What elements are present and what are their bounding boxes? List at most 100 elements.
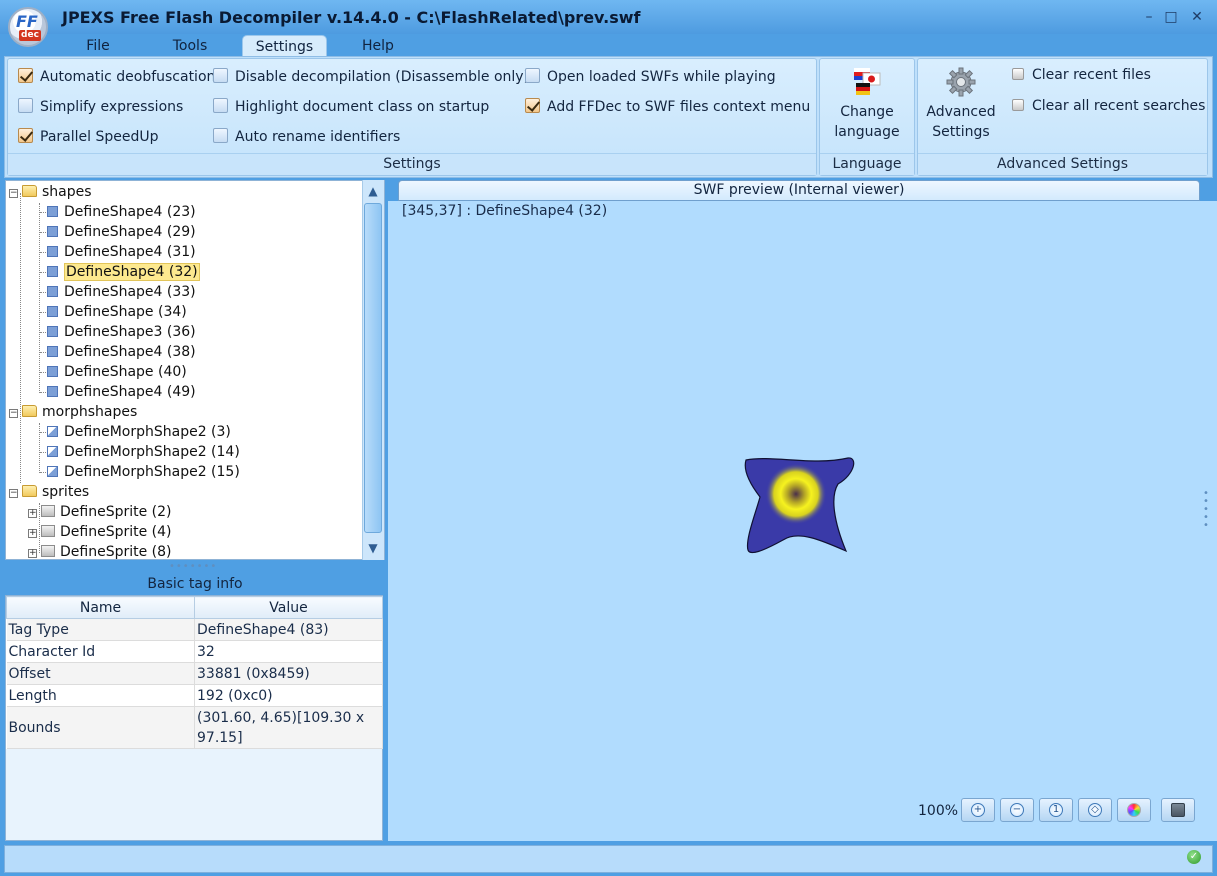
app-logo[interactable]: FF dec [8, 7, 48, 47]
parallel-speedup-checkbox[interactable]: Parallel SpeedUp [18, 126, 158, 148]
highlight-document-class-checkbox[interactable]: Highlight document class on startup [213, 96, 489, 118]
tree-item[interactable]: DefineShape4 (31) [47, 242, 196, 262]
clear-icon [1012, 68, 1024, 80]
context-menu-checkbox[interactable]: Add FFDec to SWF files context menu [525, 96, 810, 118]
tree-item[interactable]: DefineShape4 (33) [47, 282, 196, 302]
tree-item-label: DefineMorphShape2 (3) [64, 424, 231, 440]
background-color-button[interactable] [1117, 798, 1151, 822]
checkbox-unchecked-icon [18, 98, 33, 113]
table-row[interactable]: Character Id 32 [6, 640, 383, 663]
zoom-out-icon: − [1010, 803, 1024, 817]
expand-icon[interactable]: + [28, 509, 37, 518]
tree-folder-label: morphshapes [42, 404, 138, 420]
snapshot-button[interactable] [1161, 798, 1195, 822]
tree-item-selected[interactable]: DefineShape4 (32) [47, 262, 200, 282]
scroll-down-icon[interactable]: ▼ [364, 538, 382, 558]
column-header-value[interactable]: Value [194, 596, 383, 619]
shape-icon [47, 226, 58, 237]
tree-folder-sprites[interactable]: − sprites [9, 482, 89, 502]
tree-folder-label: sprites [42, 484, 90, 500]
tree-item[interactable]: DefineMorphShape2 (14) [47, 442, 240, 462]
tag-info-value: 32 [194, 640, 383, 663]
zoom-actual-icon: 1 [1049, 803, 1063, 817]
shape-icon [47, 386, 58, 397]
zoom-in-button[interactable]: + [961, 798, 995, 822]
coordinates-label: [345,37] : DefineShape4 (32) [402, 203, 608, 219]
expand-icon[interactable]: + [28, 549, 37, 558]
tag-info-name: Bounds [6, 706, 195, 749]
clear-recent-files-button[interactable]: Clear recent files [1012, 67, 1151, 83]
disable-decompilation-checkbox[interactable]: Disable decompilation (Disassemble only) [213, 66, 529, 88]
zoom-fit-button[interactable]: ◇ [1078, 798, 1112, 822]
simplify-expressions-checkbox[interactable]: Simplify expressions [18, 96, 183, 118]
swf-preview-header: SWF preview (Internal viewer) [398, 180, 1200, 201]
table-row[interactable]: Length 192 (0xc0) [6, 684, 383, 707]
tag-tree[interactable]: − shapes DefineShape4 (23) DefineShape4 (… [5, 180, 385, 560]
shape-icon [47, 306, 58, 317]
tag-info-value: (301.60, 4.65)[109.30 x 97.15] [194, 706, 383, 749]
zoom-in-icon: + [971, 803, 985, 817]
right-splitter[interactable]: • • • • • [1203, 489, 1211, 531]
collapse-icon[interactable]: − [9, 189, 18, 198]
tree-folder-morphshapes[interactable]: − morphshapes [9, 402, 137, 422]
checkbox-checked-icon [18, 128, 33, 143]
close-button[interactable]: ✕ [1188, 8, 1206, 26]
tree-item[interactable]: DefineShape3 (36) [47, 322, 196, 342]
tab-file[interactable]: File [70, 35, 126, 57]
tree-item[interactable]: DefineShape4 (38) [47, 342, 196, 362]
tab-tools[interactable]: Tools [160, 35, 220, 57]
simplify-expressions-label: Simplify expressions [40, 99, 184, 115]
tree-item[interactable]: DefineShape4 (49) [47, 382, 196, 402]
tree-item[interactable]: DefineMorphShape2 (15) [47, 462, 240, 482]
folder-icon [22, 185, 37, 197]
collapse-icon[interactable]: − [9, 489, 18, 498]
open-loaded-swfs-label: Open loaded SWFs while playing [547, 69, 776, 85]
table-row[interactable]: Offset 33881 (0x8459) [6, 662, 383, 685]
zoom-actual-button[interactable]: 1 [1039, 798, 1073, 822]
tab-help[interactable]: Help [350, 35, 406, 57]
clear-recent-searches-button[interactable]: Clear all recent searches [1012, 98, 1205, 114]
tree-item-label: DefineMorphShape2 (15) [64, 464, 240, 480]
maximize-button[interactable]: □ [1162, 8, 1180, 26]
collapse-icon[interactable]: − [9, 409, 18, 418]
tree-item[interactable]: + DefineSprite (4) [28, 522, 172, 542]
change-language-button[interactable]: Change language [825, 66, 909, 142]
auto-rename-identifiers-checkbox[interactable]: Auto rename identifiers [213, 126, 400, 148]
shape-preview[interactable] [738, 452, 862, 558]
tree-item-label: DefineShape4 (29) [64, 224, 196, 240]
column-header-name[interactable]: Name [6, 596, 195, 619]
automatic-deobfuscation-checkbox[interactable]: Automatic deobfuscation [18, 66, 215, 88]
tree-item[interactable]: DefineShape (40) [47, 362, 187, 382]
highlight-document-class-label: Highlight document class on startup [235, 99, 490, 115]
table-row[interactable]: Bounds (301.60, 4.65)[109.30 x 97.15] [6, 706, 383, 749]
logo-text-ff: FF [16, 12, 38, 31]
checkbox-unchecked-icon [525, 68, 540, 83]
tree-item[interactable]: DefineShape (34) [47, 302, 187, 322]
tab-settings[interactable]: Settings [242, 35, 327, 57]
tree-item-label: DefineSprite (4) [60, 524, 172, 540]
shape-icon [47, 326, 58, 337]
minimize-button[interactable]: – [1140, 8, 1158, 26]
tree-folder-shapes[interactable]: − shapes [9, 182, 92, 202]
context-menu-label: Add FFDec to SWF files context menu [547, 99, 811, 115]
automatic-deobfuscation-label: Automatic deobfuscation [40, 69, 216, 85]
tree-item[interactable]: DefineShape4 (29) [47, 222, 196, 242]
checkbox-unchecked-icon [213, 98, 228, 113]
expand-icon[interactable]: + [28, 529, 37, 538]
tree-item[interactable]: DefineMorphShape2 (3) [47, 422, 231, 442]
advanced-settings-button[interactable]: Advanced Settings [922, 66, 1000, 142]
tree-item-label: DefineSprite (8) [60, 544, 172, 560]
tree-item-label: DefineShape (40) [64, 364, 187, 380]
open-loaded-swfs-checkbox[interactable]: Open loaded SWFs while playing [525, 66, 776, 88]
tree-item[interactable]: + DefineSprite (2) [28, 502, 172, 522]
tree-scrollbar-thumb[interactable] [364, 203, 382, 533]
horizontal-splitter[interactable]: ••••••• [169, 561, 217, 572]
parallel-speedup-label: Parallel SpeedUp [40, 129, 159, 145]
tree-item[interactable]: DefineShape4 (23) [47, 202, 196, 222]
zoom-out-button[interactable]: − [1000, 798, 1034, 822]
sprite-icon [41, 525, 55, 537]
tree-item[interactable]: + DefineSprite (8) [28, 542, 172, 560]
table-row[interactable]: Tag Type DefineShape4 (83) [6, 618, 383, 641]
tree-item-label: DefineSprite (2) [60, 504, 172, 520]
scroll-up-icon[interactable]: ▲ [364, 181, 382, 201]
